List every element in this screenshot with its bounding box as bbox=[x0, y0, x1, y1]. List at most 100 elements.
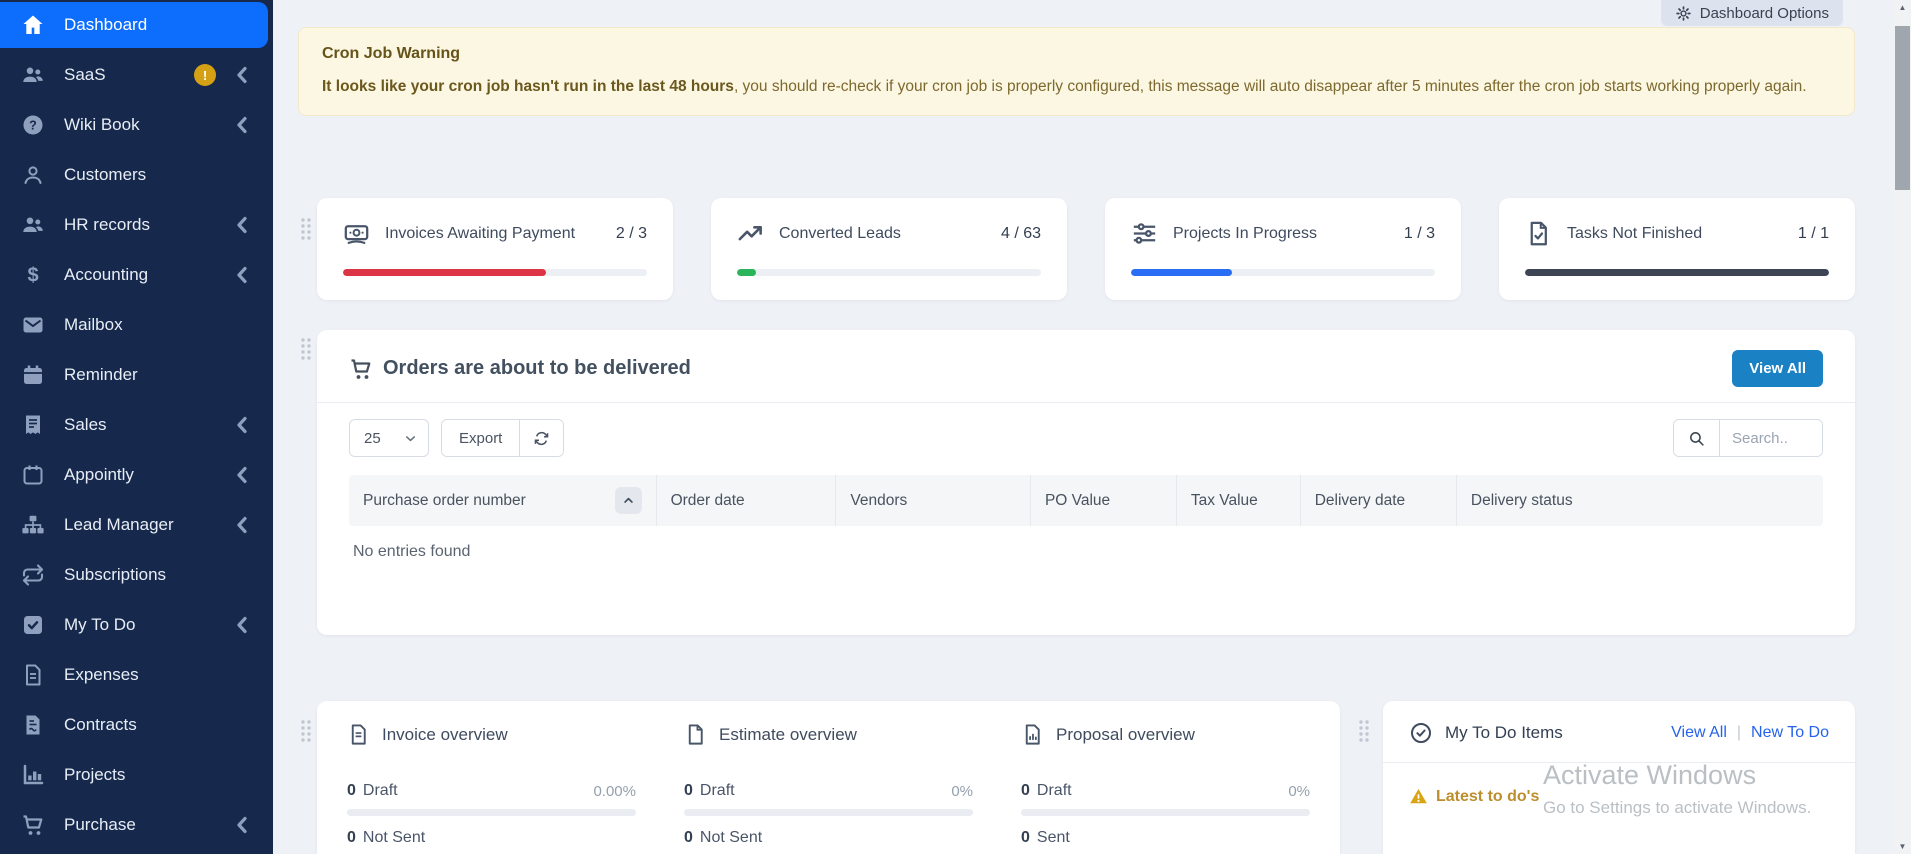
overview-status-row-clipped: 0Sent bbox=[1021, 829, 1310, 847]
todo-view-all-link[interactable]: View All bbox=[1671, 724, 1727, 742]
trend-up-icon bbox=[737, 220, 764, 247]
stats-row-drag-handle[interactable] bbox=[299, 216, 315, 244]
stat-progress-track bbox=[1131, 269, 1435, 276]
column-header-order-date[interactable]: Order date bbox=[656, 475, 836, 526]
sidebar-item-reminder[interactable]: Reminder bbox=[0, 350, 273, 400]
sidebar-item-label: My To Do bbox=[64, 615, 230, 635]
alert-body: It looks like your cron job hasn't run i… bbox=[322, 74, 1831, 100]
sidebar-item-wiki-book[interactable]: ?Wiki Book bbox=[0, 100, 273, 150]
status-count: 0 bbox=[684, 829, 693, 847]
dashboard-options-button[interactable]: Dashboard Options bbox=[1661, 0, 1843, 26]
sliders-icon bbox=[1131, 220, 1158, 247]
overview-widget-drag-handle[interactable] bbox=[299, 718, 315, 746]
vertical-scrollbar[interactable]: ▲ ▼ bbox=[1894, 0, 1911, 854]
column-header-purchase-order-number[interactable]: Purchase order number bbox=[349, 475, 656, 526]
file-contract-icon bbox=[21, 713, 45, 737]
sidebar-item-my-to-do[interactable]: My To Do bbox=[0, 600, 273, 650]
estimate-overview-column: Estimate overview0Draft0%0Not Sent bbox=[684, 723, 973, 832]
orders-widget-drag-handle[interactable] bbox=[299, 336, 315, 364]
todo-widget-drag-handle[interactable] bbox=[1357, 718, 1373, 746]
scrollbar-thumb[interactable] bbox=[1895, 26, 1910, 190]
column-label: Delivery date bbox=[1315, 492, 1405, 510]
refresh-button[interactable] bbox=[519, 420, 563, 456]
column-header-delivery-status[interactable]: Delivery status bbox=[1456, 475, 1823, 526]
status-percent: 0.00% bbox=[593, 783, 636, 800]
file-text-icon bbox=[21, 663, 45, 687]
overview-widget: Invoice overview0Draft0.00%0Not Sent Esti… bbox=[317, 701, 1340, 854]
column-header-delivery-date[interactable]: Delivery date bbox=[1300, 475, 1456, 526]
stat-label: Tasks Not Finished bbox=[1567, 225, 1702, 243]
page-size-select[interactable]: 25 bbox=[349, 419, 429, 457]
column-header-vendors[interactable]: Vendors bbox=[835, 475, 1030, 526]
sidebar-item-mailbox[interactable]: Mailbox bbox=[0, 300, 273, 350]
status-label: Not Sent bbox=[700, 829, 762, 847]
sidebar-item-label: Subscriptions bbox=[64, 565, 273, 585]
search-button[interactable] bbox=[1674, 420, 1720, 456]
alert-rest-text: , you should re-check if your cron job i… bbox=[734, 78, 1807, 95]
stat-card-header: Projects In Progress1 / 3 bbox=[1131, 220, 1435, 247]
orders-table-header: Purchase order number Order date Vendors PO… bbox=[349, 475, 1823, 526]
column-header-tax-value[interactable]: Tax Value bbox=[1176, 475, 1300, 526]
sidebar-item-purchase[interactable]: Purchase bbox=[0, 800, 273, 850]
sidebar-item-appointly[interactable]: Appointly bbox=[0, 450, 273, 500]
stat-value: 2 / 3 bbox=[616, 225, 647, 243]
stat-progress-track bbox=[343, 269, 647, 276]
refresh-icon bbox=[533, 430, 550, 447]
sidebar-item-lead-manager[interactable]: Lead Manager bbox=[0, 500, 273, 550]
status-progress-track bbox=[347, 809, 636, 816]
file-chart-icon bbox=[1021, 723, 1044, 746]
sidebar-item-hr-records[interactable]: HR records bbox=[0, 200, 273, 250]
file-invoice-icon bbox=[347, 723, 370, 746]
column-header-po-value[interactable]: PO Value bbox=[1030, 475, 1176, 526]
chevron-left-icon bbox=[230, 463, 254, 487]
repeat-icon bbox=[21, 563, 45, 587]
users-icon bbox=[21, 213, 45, 237]
receipt-icon bbox=[21, 413, 45, 437]
export-button[interactable]: Export bbox=[442, 420, 519, 456]
stat-progress-bar bbox=[1525, 269, 1829, 276]
sidebar-item-label: SaaS bbox=[64, 65, 194, 85]
sidebar-item-expenses[interactable]: Expenses bbox=[0, 650, 273, 700]
svg-text:?: ? bbox=[29, 118, 37, 132]
todo-widget: My To Do Items View All | New To Do Late… bbox=[1383, 701, 1855, 854]
sidebar-item-contracts[interactable]: Contracts bbox=[0, 700, 273, 750]
todo-new-link[interactable]: New To Do bbox=[1751, 724, 1829, 742]
sidebar-item-saas[interactable]: SaaS! bbox=[0, 50, 273, 100]
scroll-up-arrow-icon[interactable]: ▲ bbox=[1894, 0, 1911, 15]
stat-value: 1 / 1 bbox=[1798, 225, 1829, 243]
invoice-overview-column: Invoice overview0Draft0.00%0Not Sent bbox=[347, 723, 636, 832]
chevron-left-icon bbox=[230, 263, 254, 287]
orders-title: Orders are about to be delivered bbox=[383, 357, 691, 380]
proposal-overview-column: Proposal overview0Draft0%0Sent bbox=[1021, 723, 1310, 832]
sidebar-item-customers[interactable]: Customers bbox=[0, 150, 273, 200]
stat-progress-bar bbox=[1131, 269, 1232, 276]
chevron-left-icon bbox=[230, 413, 254, 437]
overview-status-row-clipped: 0 Not Sent bbox=[347, 829, 636, 847]
sidebar-item-accounting[interactable]: $Accounting bbox=[0, 250, 273, 300]
alert-title: Cron Job Warning bbox=[322, 45, 1831, 63]
overview-header: Invoice overview bbox=[347, 723, 636, 746]
sidebar-item-subscriptions[interactable]: Subscriptions bbox=[0, 550, 273, 600]
sidebar-item-sales[interactable]: Sales bbox=[0, 400, 273, 450]
links-separator: | bbox=[1737, 724, 1741, 742]
scroll-down-arrow-icon[interactable]: ▼ bbox=[1894, 839, 1911, 854]
home-icon bbox=[21, 13, 45, 37]
overview-title: Estimate overview bbox=[719, 725, 857, 745]
stat-card-invoices-awaiting-payment: Invoices Awaiting Payment2 / 3 bbox=[317, 198, 673, 300]
orders-view-all-button[interactable]: View All bbox=[1732, 350, 1823, 387]
overview-header: Estimate overview bbox=[684, 723, 973, 746]
stat-value: 4 / 63 bbox=[1001, 225, 1041, 243]
orders-widget: Orders are about to be delivered View Al… bbox=[317, 330, 1855, 635]
sort-asc-button[interactable] bbox=[615, 487, 642, 514]
cart-icon bbox=[349, 357, 373, 381]
search-input[interactable] bbox=[1720, 420, 1822, 456]
sidebar-item-dashboard[interactable]: Dashboard bbox=[0, 2, 268, 48]
column-label: Order date bbox=[671, 492, 745, 510]
status-label: Not Sent bbox=[363, 829, 425, 847]
column-label: Vendors bbox=[850, 492, 907, 510]
status-count: 0 bbox=[347, 829, 356, 847]
chevron-left-icon bbox=[230, 613, 254, 637]
stat-label: Projects In Progress bbox=[1173, 225, 1317, 243]
banknote-icon bbox=[343, 220, 370, 247]
sidebar-item-projects[interactable]: Projects bbox=[0, 750, 273, 800]
